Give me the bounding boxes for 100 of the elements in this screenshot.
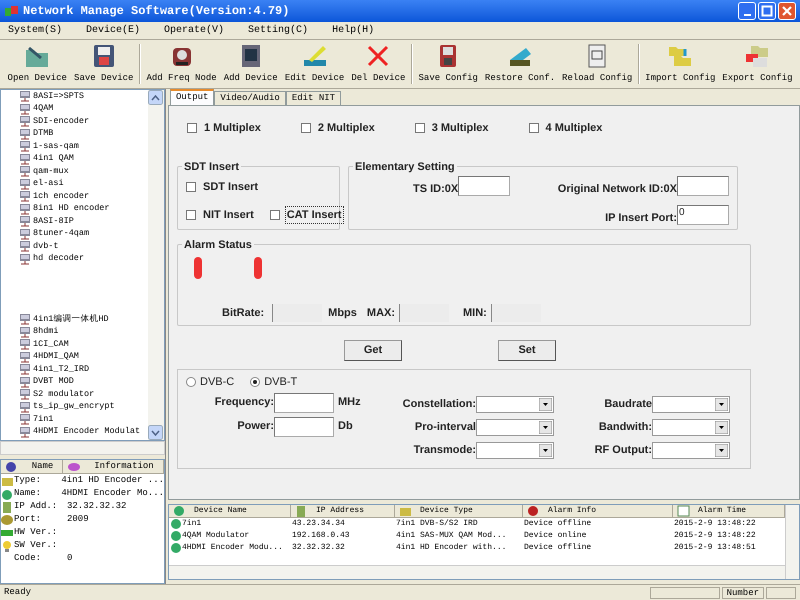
toolbar-button[interactable]: Import Config xyxy=(642,40,719,88)
tree-item[interactable]: qam-mux xyxy=(33,164,69,178)
checkbox-label[interactable]: 3 Multiplex xyxy=(430,118,491,138)
field-label: Constellation: xyxy=(402,397,476,412)
tree-item[interactable]: 4in1编调一体机HD xyxy=(33,312,109,326)
checkbox-label[interactable]: 2 Multiplex xyxy=(316,118,377,138)
tab[interactable]: Output xyxy=(170,89,214,105)
tree-item[interactable]: 1CI_CAM xyxy=(33,338,69,351)
computer-icon xyxy=(19,140,31,152)
checkbox[interactable] xyxy=(270,210,280,220)
scroll-up-icon xyxy=(148,90,163,105)
tree-item[interactable]: 8ASI=>SPTS xyxy=(33,90,84,103)
tree-item[interactable]: ts_ip_gw_encrypt xyxy=(33,400,115,414)
info-value: 32.32.32.32 xyxy=(67,500,126,513)
horizontal-scrollbar[interactable] xyxy=(0,441,165,455)
toolbar-button[interactable]: Save Device xyxy=(70,40,137,88)
radio-label[interactable]: DVB-T xyxy=(264,374,298,390)
radio-button[interactable] xyxy=(250,377,260,388)
tree-item[interactable]: 4in1_T2_IRD xyxy=(33,362,90,376)
tree-item[interactable]: 4in1 QAM xyxy=(33,152,74,166)
input-field[interactable] xyxy=(274,392,334,412)
toolbar-button[interactable]: Restore Conf. xyxy=(481,40,559,88)
tree-item[interactable]: 8tuner-4qam xyxy=(33,227,90,240)
toolbar-button[interactable]: Open Device xyxy=(4,40,70,88)
checkbox-label[interactable]: CAT Insert xyxy=(284,206,344,224)
tree-item[interactable]: 4HDMI Encoder Modulat xyxy=(33,425,140,438)
tree-item[interactable]: DTMB xyxy=(33,127,54,140)
tree-item[interactable]: 4QAM xyxy=(33,102,54,116)
toolbar-button[interactable]: Add Freq Node xyxy=(143,40,220,88)
tree-item[interactable]: 8ASI-8IP xyxy=(33,214,74,228)
menu-item[interactable]: Device(E) xyxy=(82,23,144,38)
maximize-button[interactable] xyxy=(758,2,776,20)
computer-icon xyxy=(19,413,31,426)
toolbar-button[interactable]: Export Config xyxy=(718,40,796,88)
tree-item[interactable]: 8in1 HD encoder xyxy=(33,202,110,216)
tab[interactable]: Edit NIT xyxy=(286,91,342,105)
radio-label[interactable]: DVB-C xyxy=(200,374,234,390)
tree-item[interactable]: el-asi xyxy=(33,177,64,190)
checkbox[interactable] xyxy=(186,182,196,192)
column-header[interactable]: Alarm Info xyxy=(523,505,673,517)
menu-item[interactable]: Operate(V) xyxy=(160,23,228,38)
input-field[interactable]: 0 xyxy=(677,204,729,225)
dropdown[interactable] xyxy=(476,396,554,413)
checkbox[interactable] xyxy=(300,123,311,133)
dropdown[interactable] xyxy=(652,419,730,436)
input-field[interactable] xyxy=(490,304,541,322)
computer-icon xyxy=(19,400,31,413)
tree-item[interactable]: 1-sas-qam xyxy=(33,140,79,153)
input-field[interactable] xyxy=(272,304,322,322)
input-field[interactable] xyxy=(399,304,450,322)
dropdown[interactable] xyxy=(652,396,730,413)
dropdown[interactable] xyxy=(476,442,554,459)
tree-item[interactable]: hd decoder xyxy=(33,252,84,266)
dropdown[interactable] xyxy=(652,442,730,459)
action-button[interactable]: Get xyxy=(344,340,402,361)
radio-button[interactable] xyxy=(186,377,196,388)
column-header[interactable]: Information xyxy=(63,460,164,473)
checkbox-label[interactable]: 1 Multiplex xyxy=(202,118,263,138)
tree-item[interactable]: DVBT MOD xyxy=(33,375,74,388)
scrollbar[interactable] xyxy=(148,90,164,440)
column-header[interactable]: IP Address xyxy=(291,505,395,517)
table-cell: 32.32.32.32 xyxy=(292,542,345,554)
horizontal-scrollbar[interactable] xyxy=(169,565,785,579)
column-header[interactable]: Device Type xyxy=(395,505,523,517)
input-field[interactable] xyxy=(458,176,510,196)
menu-item[interactable]: Setting(C) xyxy=(244,23,312,38)
toolbar-button[interactable]: Save Config xyxy=(414,40,482,88)
checkbox[interactable] xyxy=(528,123,539,133)
checkbox-label[interactable]: 4 Multiplex xyxy=(544,118,604,138)
tab[interactable]: Video/Audio xyxy=(214,91,286,105)
checkbox[interactable] xyxy=(186,210,196,220)
tree-item[interactable]: S2 modulator xyxy=(33,388,94,401)
group-title: Elementary Setting xyxy=(353,159,457,176)
tree-item[interactable]: SDI-encoder xyxy=(33,114,90,128)
tree-item[interactable]: 8hdmi xyxy=(33,325,59,338)
close-button[interactable] xyxy=(778,2,796,20)
column-header[interactable]: Device Name xyxy=(169,505,291,517)
tree-item[interactable]: 7in1 xyxy=(33,412,54,426)
input-field[interactable] xyxy=(677,176,729,196)
checkbox[interactable] xyxy=(414,123,425,133)
minimize-button[interactable] xyxy=(738,2,756,20)
tree-item[interactable]: 4HDMI_QAM xyxy=(33,350,79,364)
column-header[interactable]: Name xyxy=(1,460,63,473)
menu-item[interactable]: System(S) xyxy=(4,23,66,38)
toolbar-button[interactable]: Del Device xyxy=(348,40,409,88)
toolbar-button[interactable]: Reload Config xyxy=(558,40,636,88)
column-header[interactable]: Alarm Time xyxy=(673,505,785,517)
dropdown[interactable] xyxy=(476,419,554,436)
menu-item[interactable]: Help(H) xyxy=(328,23,378,38)
computer-icon xyxy=(19,102,31,115)
checkbox-label[interactable]: NIT Insert xyxy=(201,206,256,224)
checkbox-label[interactable]: SDT Insert xyxy=(201,178,260,196)
tree-item[interactable]: dvb-t xyxy=(33,240,59,253)
tree-item[interactable]: 1ch encoder xyxy=(33,190,90,203)
checkbox[interactable] xyxy=(187,123,197,133)
scrollbar[interactable] xyxy=(785,505,799,579)
toolbar-button[interactable]: Add Device xyxy=(220,40,282,88)
toolbar-button[interactable]: Edit Device xyxy=(281,40,348,88)
input-field[interactable] xyxy=(274,416,334,436)
action-button[interactable]: Set xyxy=(498,340,556,361)
